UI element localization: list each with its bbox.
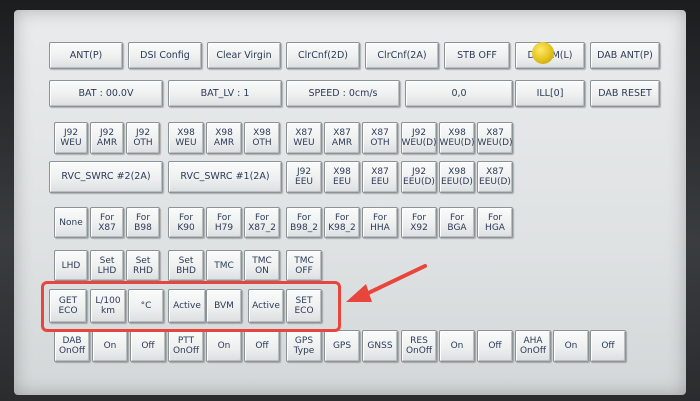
coord-button[interactable]: 0,0 xyxy=(405,80,513,107)
lhd-button[interactable]: LHD xyxy=(54,250,88,281)
tmc-on-button[interactable]: TMC ON xyxy=(244,250,280,281)
highlight-box xyxy=(41,281,341,332)
for-hha-button[interactable]: For HHA xyxy=(362,207,398,238)
for-x87-button[interactable]: For X87 xyxy=(90,207,124,238)
clrcnf-2a-button[interactable]: ClrCnf(2A) xyxy=(365,42,439,69)
for-x92-button[interactable]: For X92 xyxy=(401,207,437,238)
x98-oth-button[interactable]: X98 OTH xyxy=(244,122,280,154)
ptt-on-button[interactable]: On xyxy=(206,330,242,362)
annotation-arrow-icon xyxy=(346,264,427,302)
ptt-onoff-button[interactable]: PTT OnOff xyxy=(168,330,204,362)
gps-button[interactable]: GPS xyxy=(324,330,360,362)
bat-lv-button[interactable]: BAT_LV : 1 xyxy=(168,80,282,107)
bat-button[interactable]: BAT : 00.0V xyxy=(49,80,163,107)
dab-onoff-button[interactable]: DAB OnOff xyxy=(54,330,90,362)
res-on-button[interactable]: On xyxy=(439,330,475,362)
for-hga-button[interactable]: For HGA xyxy=(477,207,513,238)
x87-weu-d-button[interactable]: X87 WEU(D) xyxy=(477,122,513,154)
stb-off-button[interactable]: STB OFF xyxy=(444,42,510,69)
ptt-off-button[interactable]: Off xyxy=(244,330,280,362)
set-rhd-button[interactable]: Set RHD xyxy=(126,250,160,281)
speed-button[interactable]: SPEED : 0cm/s xyxy=(286,80,400,107)
x87-oth-button[interactable]: X87 OTH xyxy=(362,122,398,154)
none-button[interactable]: None xyxy=(54,207,88,238)
x87-eeu-button[interactable]: X87 EEU xyxy=(362,161,398,193)
dsi-config-button[interactable]: DSI Config xyxy=(128,42,202,69)
for-b98-button[interactable]: For B98 xyxy=(126,207,160,238)
for-k98-2-button[interactable]: For K98_2 xyxy=(324,207,360,238)
x87-weu-button[interactable]: X87 WEU xyxy=(286,122,322,154)
aha-on-button[interactable]: On xyxy=(553,330,589,362)
x87-eeu-d-button[interactable]: X87 EEU(D) xyxy=(477,161,513,193)
for-bga-button[interactable]: For BGA xyxy=(439,207,475,238)
aha-onoff-button[interactable]: AHA OnOff xyxy=(515,330,551,362)
set-bhd-button[interactable]: Set BHD xyxy=(168,250,204,281)
rvc-swrc-2-button[interactable]: RVC_SWRC #2(2A) xyxy=(49,161,163,193)
res-off-button[interactable]: Off xyxy=(477,330,513,362)
for-h79-button[interactable]: For H79 xyxy=(206,207,242,238)
ant-p-button[interactable]: ANT(P) xyxy=(49,42,123,69)
gnss-button[interactable]: GNSS xyxy=(362,330,398,362)
rvc-swrc-1-button[interactable]: RVC_SWRC #1(2A) xyxy=(168,161,282,193)
yellow-touch-dot xyxy=(532,42,554,64)
j92-weu-button[interactable]: J92 WEU xyxy=(54,122,88,154)
x98-eeu-button[interactable]: X98 EEU xyxy=(324,161,360,193)
j92-amr-button[interactable]: J92 AMR xyxy=(90,122,124,154)
dab-on-button[interactable]: On xyxy=(92,330,128,362)
dab-reset-button[interactable]: DAB RESET xyxy=(590,80,660,107)
dab-off-button[interactable]: Off xyxy=(130,330,166,362)
x98-weu-button[interactable]: X98 WEU xyxy=(168,122,204,154)
x87-amr-button[interactable]: X87 AMR xyxy=(324,122,360,154)
res-onoff-button[interactable]: RES OnOff xyxy=(401,330,437,362)
clear-virgin-button[interactable]: Clear Virgin xyxy=(207,42,281,69)
for-b98-2-button[interactable]: For B98_2 xyxy=(286,207,322,238)
dab-ant-p-button[interactable]: DAB ANT(P) xyxy=(590,42,660,69)
j92-eeu-button[interactable]: J92 EEU xyxy=(286,161,322,193)
ill-button[interactable]: ILL[0] xyxy=(515,80,585,107)
j92-oth-button[interactable]: J92 OTH xyxy=(126,122,160,154)
tmc-off-button[interactable]: TMC OFF xyxy=(286,250,322,281)
gps-type-button[interactable]: GPS Type xyxy=(286,330,322,362)
x98-eeu-d-button[interactable]: X98 EEU(D) xyxy=(439,161,475,193)
set-lhd-button[interactable]: Set LHD xyxy=(90,250,124,281)
j92-eeu-d-button[interactable]: J92 EEU(D) xyxy=(401,161,437,193)
tmc-button[interactable]: TMC xyxy=(206,250,242,281)
aha-off-button[interactable]: Off xyxy=(590,330,626,362)
for-k90-button[interactable]: For K90 xyxy=(168,207,204,238)
x98-amr-button[interactable]: X98 AMR xyxy=(206,122,242,154)
clrcnf-2d-button[interactable]: ClrCnf(2D) xyxy=(286,42,360,69)
for-x87-2-button[interactable]: For X87_2 xyxy=(244,207,280,238)
x98-weu-d-button[interactable]: X98 WEU(D) xyxy=(439,122,475,154)
j92-weu-d-button[interactable]: J92 WEU(D) xyxy=(401,122,437,154)
